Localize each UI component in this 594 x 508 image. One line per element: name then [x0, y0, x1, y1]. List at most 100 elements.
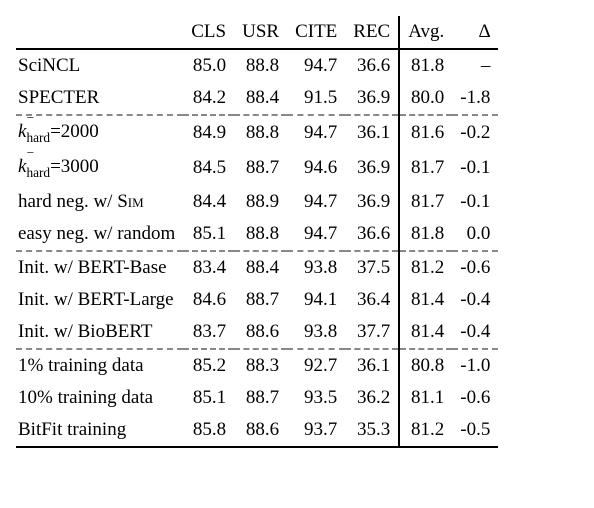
row-label: khard−=3000: [16, 151, 183, 186]
cell-usr: 88.7: [234, 382, 287, 414]
cell-cite: 93.5: [287, 382, 345, 414]
cell-delta: -0.4: [452, 284, 498, 316]
cell-cite: 93.8: [287, 316, 345, 349]
header-cite: CITE: [287, 16, 345, 49]
table-row: 1% training data85.288.392.736.180.8-1.0: [16, 349, 498, 382]
table-row: Init. w/ BERT-Large84.688.794.136.481.4-…: [16, 284, 498, 316]
cell-rec: 36.1: [345, 349, 399, 382]
table-row: khard−=300084.588.794.636.981.7-0.1: [16, 151, 498, 186]
cell-avg: 81.4: [399, 316, 452, 349]
header-blank: [16, 16, 183, 49]
cell-delta: -0.1: [452, 186, 498, 218]
cell-usr: 88.7: [234, 284, 287, 316]
table-row: Init. w/ BioBERT83.788.693.837.781.4-0.4: [16, 316, 498, 349]
header-row: CLS USR CITE REC Avg. ∆: [16, 16, 498, 49]
cell-cls: 84.6: [183, 284, 234, 316]
table-row: SciNCL85.088.894.736.681.8–: [16, 49, 498, 82]
row-label: hard neg. w/ Sim: [16, 186, 183, 218]
cell-usr: 88.7: [234, 151, 287, 186]
cell-cite: 93.7: [287, 414, 345, 447]
cell-rec: 36.1: [345, 115, 399, 151]
cell-usr: 88.8: [234, 49, 287, 82]
cell-cite: 94.1: [287, 284, 345, 316]
cell-cls: 84.2: [183, 82, 234, 115]
table-row: BitFit training85.888.693.735.381.2-0.5: [16, 414, 498, 447]
cell-cls: 85.2: [183, 349, 234, 382]
cell-avg: 81.7: [399, 151, 452, 186]
cell-avg: 81.2: [399, 251, 452, 284]
header-usr: USR: [234, 16, 287, 49]
cell-cls: 84.4: [183, 186, 234, 218]
cell-delta: -0.1: [452, 151, 498, 186]
cell-rec: 36.9: [345, 82, 399, 115]
cell-avg: 80.8: [399, 349, 452, 382]
table-row: Init. w/ BERT-Base83.488.493.837.581.2-0…: [16, 251, 498, 284]
row-label: SciNCL: [16, 49, 183, 82]
cell-delta: -1.0: [452, 349, 498, 382]
cell-cls: 84.5: [183, 151, 234, 186]
cell-delta: -0.6: [452, 251, 498, 284]
cell-avg: 81.7: [399, 186, 452, 218]
cell-delta: –: [452, 49, 498, 82]
cell-rec: 36.6: [345, 218, 399, 251]
cell-cls: 85.0: [183, 49, 234, 82]
cell-cite: 94.7: [287, 218, 345, 251]
cell-cite: 91.5: [287, 82, 345, 115]
header-rec: REC: [345, 16, 399, 49]
cell-cite: 93.8: [287, 251, 345, 284]
cell-cls: 84.9: [183, 115, 234, 151]
cell-rec: 36.9: [345, 186, 399, 218]
header-delta: ∆: [452, 16, 498, 49]
row-label: Init. w/ BERT-Large: [16, 284, 183, 316]
row-label: easy neg. w/ random: [16, 218, 183, 251]
cell-rec: 35.3: [345, 414, 399, 447]
cell-delta: -0.4: [452, 316, 498, 349]
cell-usr: 88.4: [234, 82, 287, 115]
cell-rec: 36.6: [345, 49, 399, 82]
cell-avg: 81.1: [399, 382, 452, 414]
cell-avg: 80.0: [399, 82, 452, 115]
cell-cite: 94.7: [287, 49, 345, 82]
table-row: hard neg. w/ Sim84.488.994.736.981.7-0.1: [16, 186, 498, 218]
cell-rec: 37.7: [345, 316, 399, 349]
cell-cls: 85.1: [183, 218, 234, 251]
cell-usr: 88.9: [234, 186, 287, 218]
cell-delta: -0.2: [452, 115, 498, 151]
cell-avg: 81.2: [399, 414, 452, 447]
table-row: easy neg. w/ random85.188.894.736.681.80…: [16, 218, 498, 251]
cell-rec: 37.5: [345, 251, 399, 284]
cell-usr: 88.6: [234, 316, 287, 349]
cell-cite: 94.7: [287, 115, 345, 151]
cell-cls: 85.8: [183, 414, 234, 447]
table-row: SPECTER84.288.491.536.980.0-1.8: [16, 82, 498, 115]
results-table: CLS USR CITE REC Avg. ∆ SciNCL85.088.894…: [16, 16, 498, 448]
cell-delta: 0.0: [452, 218, 498, 251]
cell-avg: 81.4: [399, 284, 452, 316]
cell-cls: 85.1: [183, 382, 234, 414]
cell-delta: -0.5: [452, 414, 498, 447]
header-cls: CLS: [183, 16, 234, 49]
row-label: Init. w/ BioBERT: [16, 316, 183, 349]
row-label: 1% training data: [16, 349, 183, 382]
row-label: Init. w/ BERT-Base: [16, 251, 183, 284]
header-avg: Avg.: [399, 16, 452, 49]
cell-delta: -0.6: [452, 382, 498, 414]
cell-cite: 94.7: [287, 186, 345, 218]
row-label: 10% training data: [16, 382, 183, 414]
cell-rec: 36.2: [345, 382, 399, 414]
row-label: khard−=2000: [16, 115, 183, 151]
table-row: khard−=200084.988.894.736.181.6-0.2: [16, 115, 498, 151]
cell-usr: 88.3: [234, 349, 287, 382]
cell-cite: 94.6: [287, 151, 345, 186]
cell-avg: 81.8: [399, 218, 452, 251]
cell-cls: 83.7: [183, 316, 234, 349]
row-label: SPECTER: [16, 82, 183, 115]
cell-rec: 36.9: [345, 151, 399, 186]
row-label: BitFit training: [16, 414, 183, 447]
cell-usr: 88.4: [234, 251, 287, 284]
cell-cite: 92.7: [287, 349, 345, 382]
cell-usr: 88.6: [234, 414, 287, 447]
cell-cls: 83.4: [183, 251, 234, 284]
table-row: 10% training data85.188.793.536.281.1-0.…: [16, 382, 498, 414]
cell-usr: 88.8: [234, 115, 287, 151]
